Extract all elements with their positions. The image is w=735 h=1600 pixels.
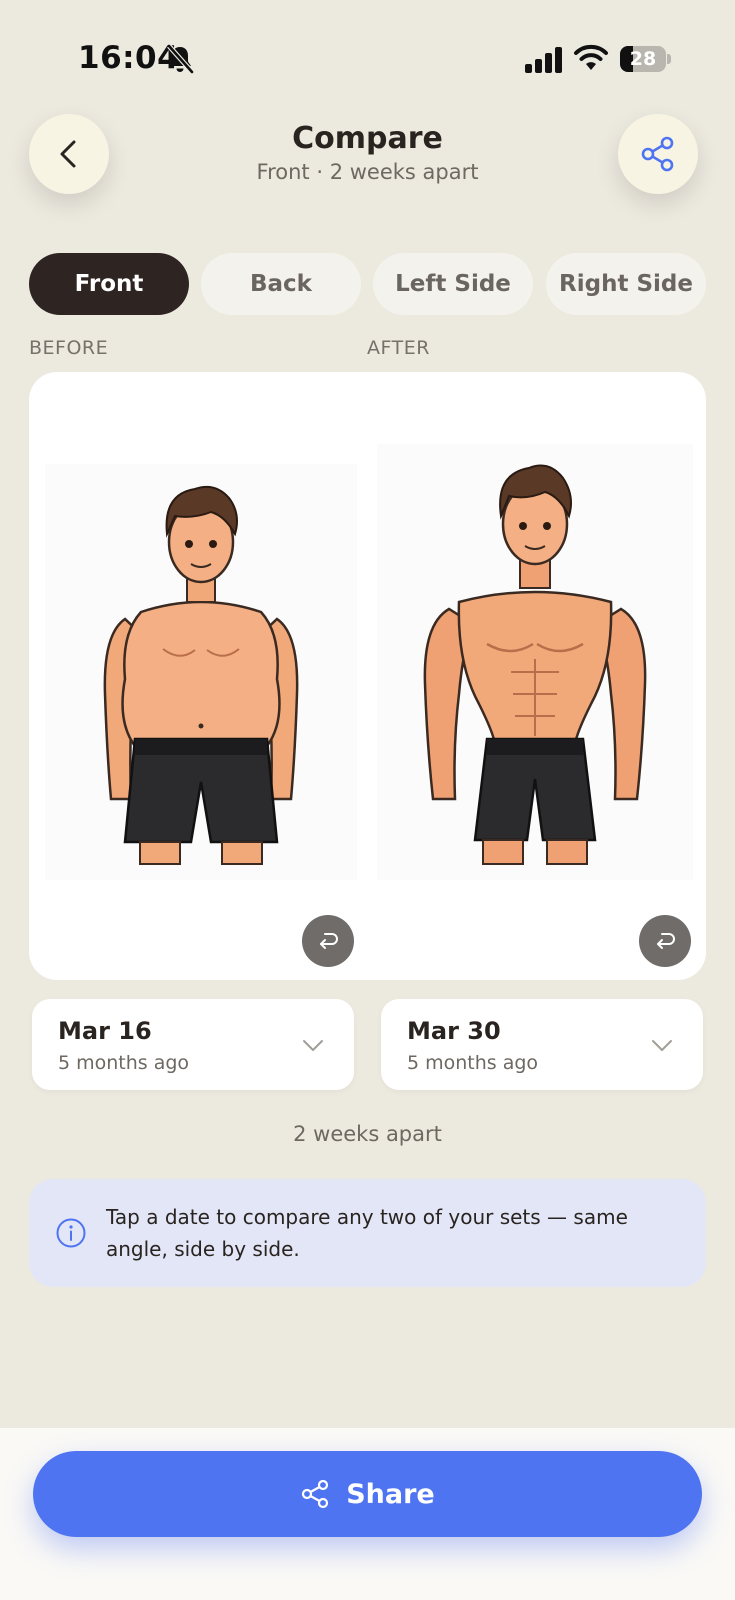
swap-after-photo-button[interactable] — [639, 915, 691, 967]
before-date-selector[interactable]: Mar 16 5 months ago — [32, 999, 354, 1090]
battery-level: 28 — [629, 48, 657, 70]
return-arrow-icon — [657, 933, 675, 949]
after-date: Mar 30 — [407, 1017, 501, 1045]
after-date-relative: 5 months ago — [407, 1052, 539, 1074]
tab-right-side[interactable]: Right Side — [546, 253, 706, 315]
before-date: Mar 16 — [58, 1017, 152, 1045]
battery-icon: 28 — [620, 46, 666, 72]
swap-before-photo-button[interactable] — [302, 915, 354, 967]
before-date-relative: 5 months ago — [58, 1052, 190, 1074]
info-icon — [56, 1218, 86, 1248]
status-bar: 16:04 28 — [0, 0, 735, 120]
return-arrow-icon — [320, 933, 338, 949]
info-box: Tap a date to compare any two of your se… — [29, 1179, 706, 1287]
time-apart-text: 2 weeks apart — [293, 1122, 442, 1146]
tab-front[interactable]: Front — [29, 253, 189, 315]
signal-icon — [525, 47, 562, 73]
before-photo[interactable] — [45, 464, 357, 880]
bell-off-icon — [167, 44, 194, 74]
before-label: BEFORE — [29, 337, 109, 359]
share-icon — [302, 1479, 329, 1509]
info-text: Tap a date to compare any two of your se… — [106, 1205, 628, 1261]
share-button[interactable]: Share — [33, 1451, 702, 1537]
header-share-button[interactable] — [618, 114, 698, 194]
chevron-down-icon — [652, 1040, 672, 1051]
wifi-icon — [574, 44, 608, 70]
after-body-illustration — [423, 464, 647, 865]
share-button-label: Share — [346, 1478, 435, 1510]
compare-screen: 16:04 28 Compare Front · 2 weeks apart F… — [0, 0, 735, 1600]
after-date-selector[interactable]: Mar 30 5 months ago — [381, 999, 703, 1090]
battery-cap — [667, 54, 671, 64]
view-tabs: Front Back Left Side Right Side — [29, 253, 706, 315]
tab-back[interactable]: Back — [201, 253, 361, 315]
status-time: 16:04 — [78, 40, 180, 76]
before-body-illustration — [103, 485, 299, 865]
comparison-card — [29, 372, 706, 980]
after-label: AFTER — [367, 337, 430, 359]
share-icon — [641, 136, 674, 172]
tab-left-side[interactable]: Left Side — [373, 253, 533, 315]
after-photo[interactable] — [377, 444, 693, 880]
chevron-down-icon — [303, 1040, 323, 1051]
